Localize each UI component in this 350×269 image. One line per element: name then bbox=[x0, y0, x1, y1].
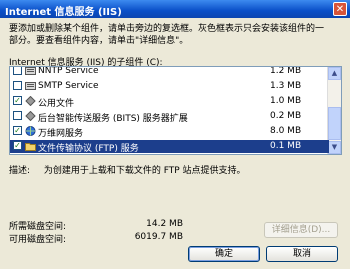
component-row[interactable]: NNTP Service 1.2 MB bbox=[10, 66, 329, 78]
component-size: 0.1 MB bbox=[270, 141, 302, 151]
required-space-row: 所需磁盘空间: 14.2 MB bbox=[9, 219, 183, 232]
ok-button[interactable]: 确定 bbox=[188, 246, 260, 262]
instruction-line: 部分。要查看组件内容，请单击"详细信息"。 bbox=[9, 36, 189, 46]
component-label: 文件传输协议 (FTP) 服务 bbox=[38, 144, 139, 154]
available-space-value: 6019.7 MB bbox=[134, 232, 183, 242]
component-checkbox[interactable]: ✓ bbox=[13, 141, 22, 150]
component-checkbox[interactable]: ✓ bbox=[13, 96, 22, 105]
components-list[interactable]: ▲ ▼ NNTP Service 1.2 MB SMTP Service 1.3 MB… bbox=[9, 66, 342, 155]
diamond-icon bbox=[25, 110, 36, 122]
component-checkbox[interactable]: ✓ bbox=[13, 126, 22, 135]
required-space-label: 所需磁盘空间: bbox=[9, 222, 67, 232]
component-row[interactable]: ✓ 文件传输协议 (FTP) 服务 0.1 MB bbox=[10, 140, 329, 154]
globe-icon bbox=[25, 126, 36, 136]
cancel-button[interactable]: 取消 bbox=[266, 246, 338, 262]
component-label: 公用文件 bbox=[38, 99, 75, 109]
component-row[interactable]: ✓ 万维网服务 8.0 MB bbox=[10, 125, 329, 139]
component-checkbox[interactable] bbox=[13, 67, 22, 75]
description: 描述: 为创建用于上载和下载文件的 FTP 站点提供支持。 bbox=[9, 163, 246, 176]
service-icon bbox=[25, 81, 36, 91]
title-bar: Internet 信息服务 (IIS) ✕ bbox=[0, 0, 350, 18]
available-space-label: 可用磁盘空间: bbox=[9, 235, 67, 245]
window-title: Internet 信息服务 (IIS) bbox=[5, 7, 122, 18]
details-button[interactable]: 详细信息(D)... bbox=[264, 222, 338, 238]
component-label: NNTP Service bbox=[38, 66, 99, 76]
component-size: 0.2 MB bbox=[270, 111, 302, 121]
scroll-thumb[interactable] bbox=[328, 107, 341, 140]
component-row[interactable]: SMTP Service 1.3 MB bbox=[10, 80, 329, 93]
component-size: 1.3 MB bbox=[270, 81, 302, 91]
component-checkbox[interactable] bbox=[13, 81, 22, 90]
scroll-up-button[interactable]: ▲ bbox=[328, 67, 341, 80]
component-size: 1.2 MB bbox=[270, 66, 302, 76]
component-row[interactable]: 后台智能传送服务 (BITS) 服务器扩展 0.2 MB bbox=[10, 110, 329, 124]
component-label: 后台智能传送服务 (BITS) 服务器扩展 bbox=[38, 114, 188, 124]
instruction-line: 要添加或删除某个组件，请单击旁边的复选框。灰色框表示只会安装该组件的一 bbox=[9, 24, 325, 34]
close-button[interactable]: ✕ bbox=[333, 2, 347, 16]
description-text: 为创建用于上载和下载文件的 FTP 站点提供支持。 bbox=[43, 166, 246, 176]
instructions: 要添加或删除某个组件，请单击旁边的复选框。灰色框表示只会安装该组件的一 部分。要… bbox=[9, 23, 343, 47]
required-space-value: 14.2 MB bbox=[146, 219, 183, 229]
component-row[interactable]: ✓ 公用文件 1.0 MB bbox=[10, 95, 329, 109]
component-label: 万维网服务 bbox=[38, 129, 84, 139]
description-label: 描述: bbox=[9, 166, 31, 176]
component-size: 1.0 MB bbox=[270, 96, 302, 106]
vertical-scrollbar[interactable]: ▲ ▼ bbox=[327, 67, 341, 154]
component-checkbox[interactable] bbox=[13, 111, 22, 120]
service-icon bbox=[25, 67, 36, 76]
scroll-down-button[interactable]: ▼ bbox=[328, 141, 341, 154]
available-space-row: 可用磁盘空间: 6019.7 MB bbox=[9, 232, 183, 245]
component-label: SMTP Service bbox=[38, 81, 99, 91]
folder-icon bbox=[25, 141, 36, 151]
diamond-icon bbox=[25, 95, 36, 107]
component-size: 8.0 MB bbox=[270, 126, 302, 136]
